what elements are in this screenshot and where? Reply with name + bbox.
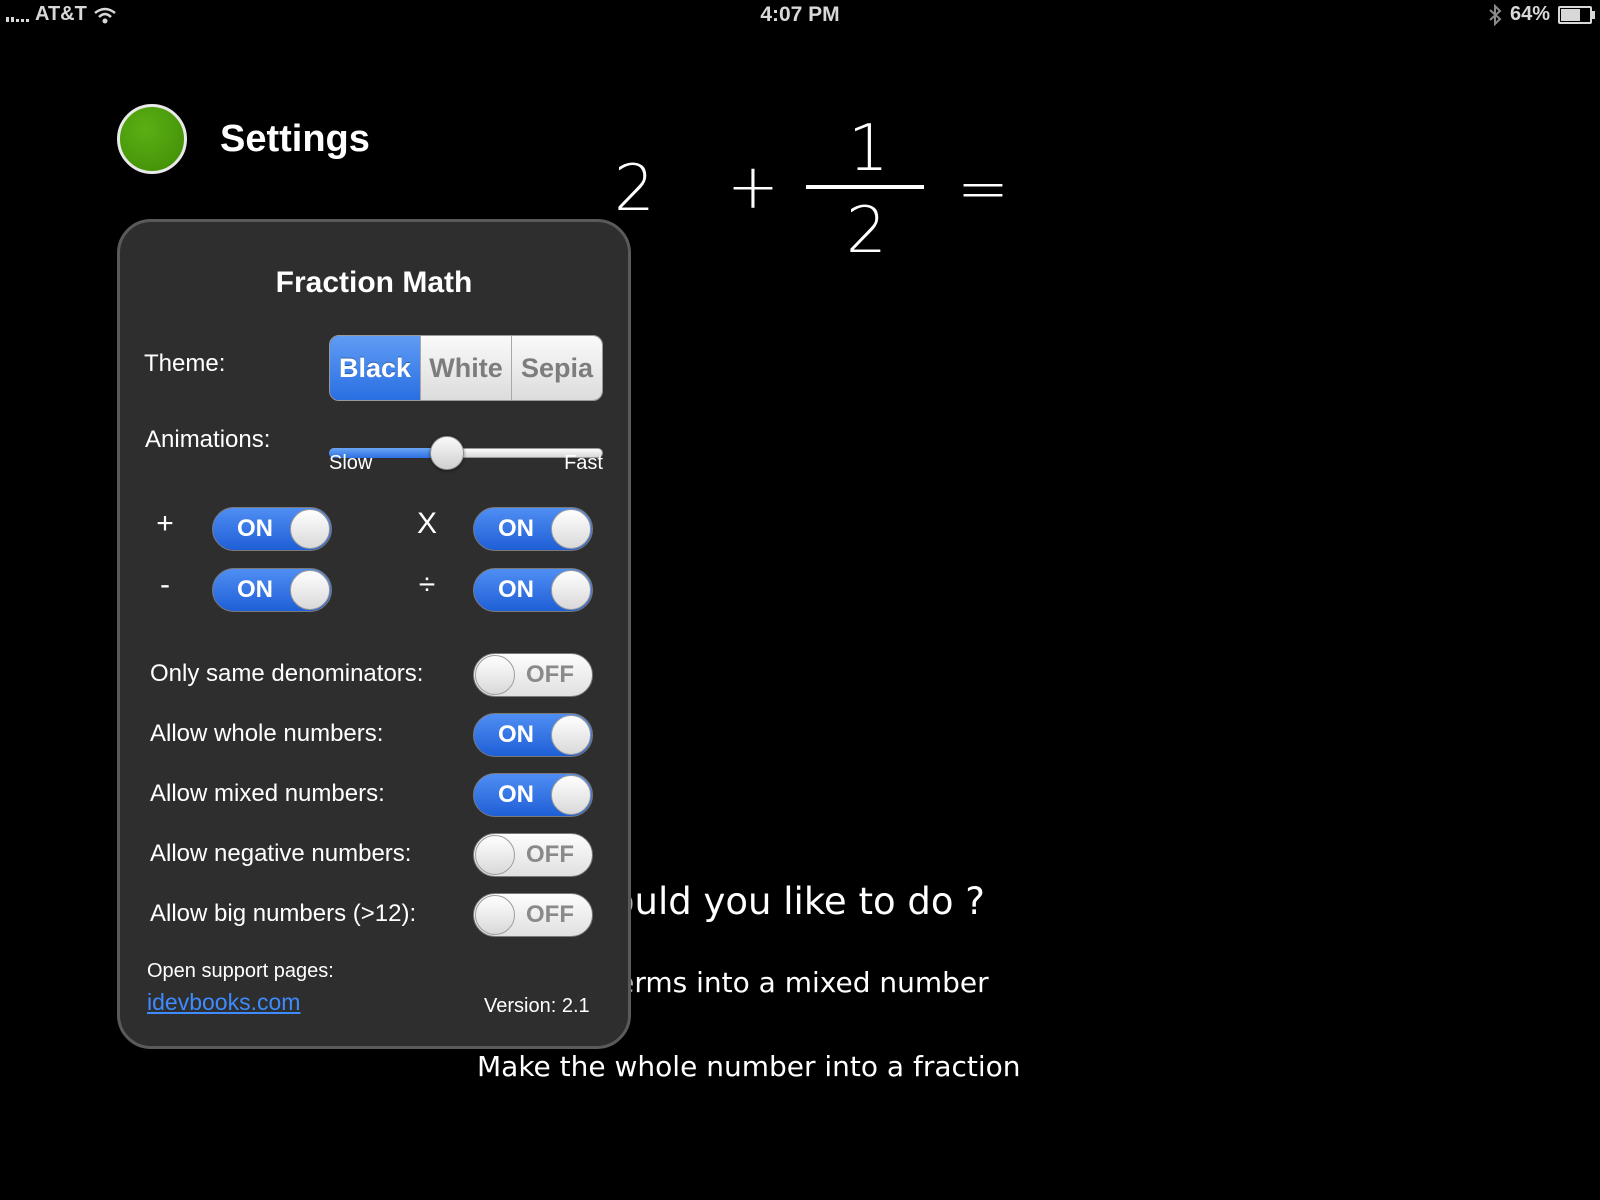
same-denominators-switch[interactable]: OFF [473,653,593,697]
theme-segmented-control[interactable]: Black White Sepia [329,335,603,401]
clock: 4:07 PM [760,3,840,26]
support-label: Open support pages: [147,960,334,982]
big-numbers-switch[interactable]: OFF [473,893,593,937]
divide-switch[interactable]: ON [473,568,593,612]
switch-state: OFF [526,841,574,868]
switch-knob [475,835,515,875]
support-link[interactable]: idevbooks.com [147,989,300,1016]
switch-knob [551,570,591,610]
times-switch[interactable]: ON [473,507,593,551]
equation-whole-number: 2 [614,152,655,226]
whole-numbers-switch[interactable]: ON [473,713,593,757]
switch-state: OFF [526,661,574,688]
minus-label: - [160,568,170,601]
option-label-mixed-numbers: Allow mixed numbers: [150,780,385,807]
equation-numerator: 1 [848,112,889,186]
switch-state: ON [498,781,534,808]
switch-state: ON [498,721,534,748]
status-indicator[interactable] [117,104,187,174]
switch-knob [290,570,330,610]
equation-equals: = [957,152,1009,225]
plus-label: + [156,507,174,540]
bluetooth-icon [1489,3,1502,26]
negative-numbers-switch[interactable]: OFF [473,833,593,877]
slider-thumb[interactable] [430,436,464,470]
theme-white-segment[interactable]: White [420,336,511,400]
divide-label: ÷ [418,568,436,601]
switch-knob [551,509,591,549]
status-bar: AT&T 4:07 PM 64% [0,0,1600,30]
answer-option-whole-to-fraction[interactable]: Make the whole number into a fraction [477,1050,1021,1083]
option-label-whole-numbers: Allow whole numbers: [150,720,384,747]
slider-min-label: Slow [329,452,373,474]
animations-label: Animations: [145,426,271,453]
switch-knob [290,509,330,549]
slider-max-label: Fast [564,452,603,474]
status-right: 64% [1488,3,1595,26]
switch-state: ON [237,515,273,542]
question-prompt: vould you like to do ? [590,880,985,923]
switch-knob [551,775,591,815]
minus-switch[interactable]: ON [212,568,332,612]
mixed-numbers-switch[interactable]: ON [473,773,593,817]
equation-operator: + [727,150,779,223]
switch-knob [475,655,515,695]
switch-state: ON [498,515,534,542]
equation-denominator: 2 [846,194,887,268]
settings-button[interactable]: Settings [220,118,370,161]
settings-popover: Fraction Math Theme: Black White Sepia A… [117,219,631,1049]
version-label: Version: 2.1 [484,995,590,1017]
switch-knob [551,715,591,755]
switch-state: OFF [526,901,574,928]
option-label-negative-numbers: Allow negative numbers: [150,840,412,867]
theme-label: Theme: [144,350,226,377]
times-label: X [416,507,437,540]
switch-state: ON [498,576,534,603]
fraction-bar [806,185,924,189]
plus-switch[interactable]: ON [212,507,332,551]
battery-percent: 64% [1509,3,1550,25]
battery-icon [1558,5,1595,24]
theme-sepia-segment[interactable]: Sepia [511,336,602,400]
switch-knob [475,895,515,935]
theme-black-segment[interactable]: Black [330,336,420,400]
option-label-same-denominators: Only same denominators: [150,660,424,687]
answer-option-mixed-number[interactable]: e terms into a mixed number [580,966,989,999]
option-label-big-numbers: Allow big numbers (>12): [150,900,417,927]
switch-state: ON [237,576,273,603]
popover-title: Fraction Math [275,266,473,299]
